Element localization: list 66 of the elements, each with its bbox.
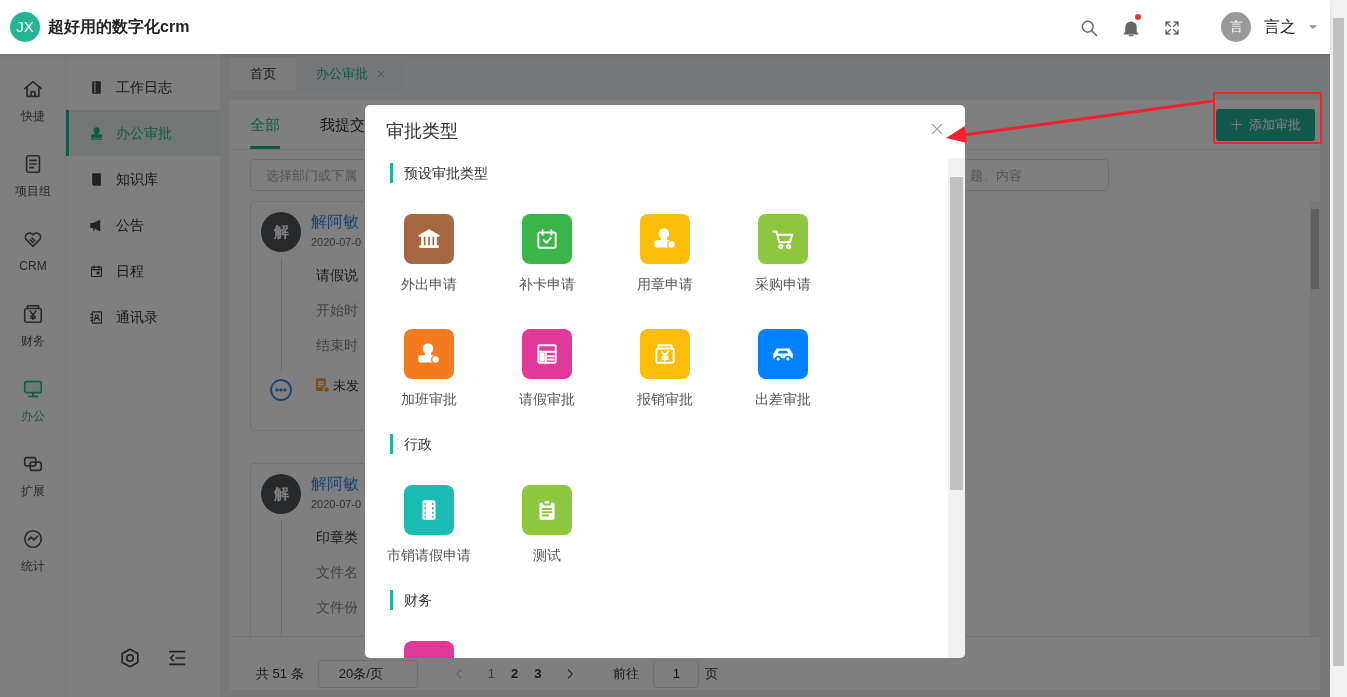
approval-type[interactable]: 补卡申请: [488, 214, 606, 294]
submit-date: 2020-07-0: [311, 497, 362, 512]
field-label: 结束时: [316, 335, 359, 355]
page-number[interactable]: 2: [502, 663, 527, 684]
applicant-name[interactable]: 解阿敏: [311, 212, 362, 232]
goto-label: 前往: [613, 664, 640, 683]
approval-type[interactable]: 市销请假申请: [370, 485, 488, 565]
document-icon: [313, 376, 331, 395]
approval-type[interactable]: 报销审批: [606, 329, 724, 409]
page-size-select[interactable]: 20条/页: [317, 659, 418, 688]
wallet-icon: [22, 303, 44, 325]
rail-item[interactable]: 项目组: [0, 141, 66, 216]
user-name[interactable]: 言之: [1264, 15, 1296, 39]
scrollbar[interactable]: [1330, 0, 1347, 697]
calendar-icon: [89, 263, 104, 279]
user-avatar: 解: [261, 474, 301, 514]
page-tab[interactable]: 首页: [230, 58, 296, 90]
page-number[interactable]: 3: [526, 663, 550, 684]
approval-type[interactable]: 外出申请: [370, 214, 488, 294]
plus-icon: [1230, 118, 1243, 131]
page-field[interactable]: 1: [653, 659, 700, 688]
scrollbar[interactable]: [948, 158, 965, 658]
menu-item[interactable]: 公告: [66, 202, 220, 248]
contacts-icon: [89, 309, 104, 325]
applicant-name[interactable]: 解阿敏: [311, 474, 362, 494]
field-label: 开始时: [316, 300, 359, 320]
menu-item[interactable]: 日程: [66, 248, 220, 294]
approval-type[interactable]: 出差审批: [724, 329, 842, 409]
rail-item[interactable]: 快捷: [0, 66, 66, 141]
more-icon[interactable]: [269, 378, 293, 402]
stamp-icon: [89, 125, 104, 141]
approval-type[interactable]: 加班审批: [370, 329, 488, 409]
submit-date: 2020-07-0: [311, 235, 362, 250]
rail-item[interactable]: 财务: [0, 291, 66, 366]
user-avatar: 解: [261, 212, 301, 252]
notebook-icon: [89, 79, 104, 95]
app-title: 超好用的数字化crm: [48, 17, 190, 37]
field-title: 印章类: [316, 527, 359, 547]
dialog-title: 审批类型: [386, 120, 458, 143]
page-number[interactable]: 1: [479, 663, 503, 684]
close-icon[interactable]: [376, 69, 386, 79]
rail-item[interactable]: 统计: [0, 516, 66, 591]
chart-icon: [22, 528, 44, 550]
menu-item[interactable]: 知识库: [66, 156, 220, 202]
approval-type[interactable]: 请假审批: [488, 329, 606, 409]
user-avatar[interactable]: 言: [1221, 12, 1251, 42]
logo: JX: [10, 12, 40, 42]
book-icon: [89, 171, 104, 187]
approval-type[interactable]: 测试: [488, 485, 606, 565]
menu-item[interactable]: 通讯录: [66, 294, 220, 340]
approval-type[interactable]: 采购申请: [724, 214, 842, 294]
field-label: 文件名: [316, 562, 359, 582]
total-count: 共 51 条: [256, 664, 304, 683]
scrollbar[interactable]: [1310, 201, 1320, 636]
field-label: 文件份: [316, 597, 359, 617]
menu-item[interactable]: 工作日志: [66, 64, 220, 110]
page-suffix: 页: [705, 664, 719, 683]
settings-icon[interactable]: [118, 647, 141, 669]
rail-item[interactable]: CRM: [0, 216, 66, 291]
fullscreen-icon[interactable]: [1163, 18, 1181, 37]
content-tab[interactable]: 我提交: [320, 113, 365, 149]
status-text: 未发: [333, 376, 359, 395]
field-title: 请假说: [316, 265, 359, 285]
rail-item[interactable]: 扩展: [0, 441, 66, 516]
home-icon: [22, 78, 44, 100]
approval-type[interactable]: 用章申请: [606, 214, 724, 294]
